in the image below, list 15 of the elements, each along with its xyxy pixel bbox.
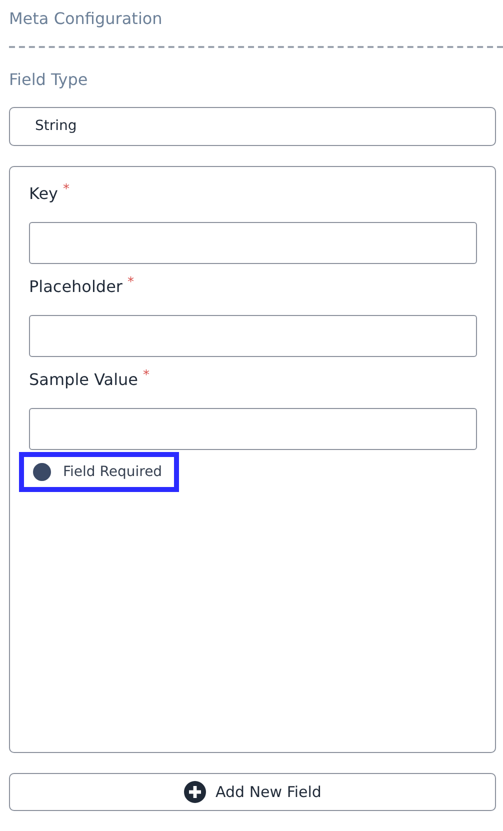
required-mark: *: [63, 181, 70, 199]
input-field[interactable]: [29, 222, 477, 264]
section-title: Meta Configuration: [9, 8, 164, 30]
required-mark: *: [128, 274, 134, 292]
field-label: Placeholder: [29, 276, 122, 298]
plus-icon: [184, 781, 206, 803]
input-field[interactable]: [29, 315, 477, 357]
field-label: Sample Value: [29, 369, 138, 391]
field-type-label: Field Type: [9, 69, 89, 91]
input-field[interactable]: [29, 408, 477, 450]
add-field-button[interactable]: Add New Field: [9, 773, 496, 811]
field-required-toggle[interactable]: Field Required: [19, 452, 180, 492]
field-label: Key: [29, 183, 58, 205]
field-type-select[interactable]: String: [9, 107, 496, 146]
required-mark: *: [143, 367, 150, 385]
